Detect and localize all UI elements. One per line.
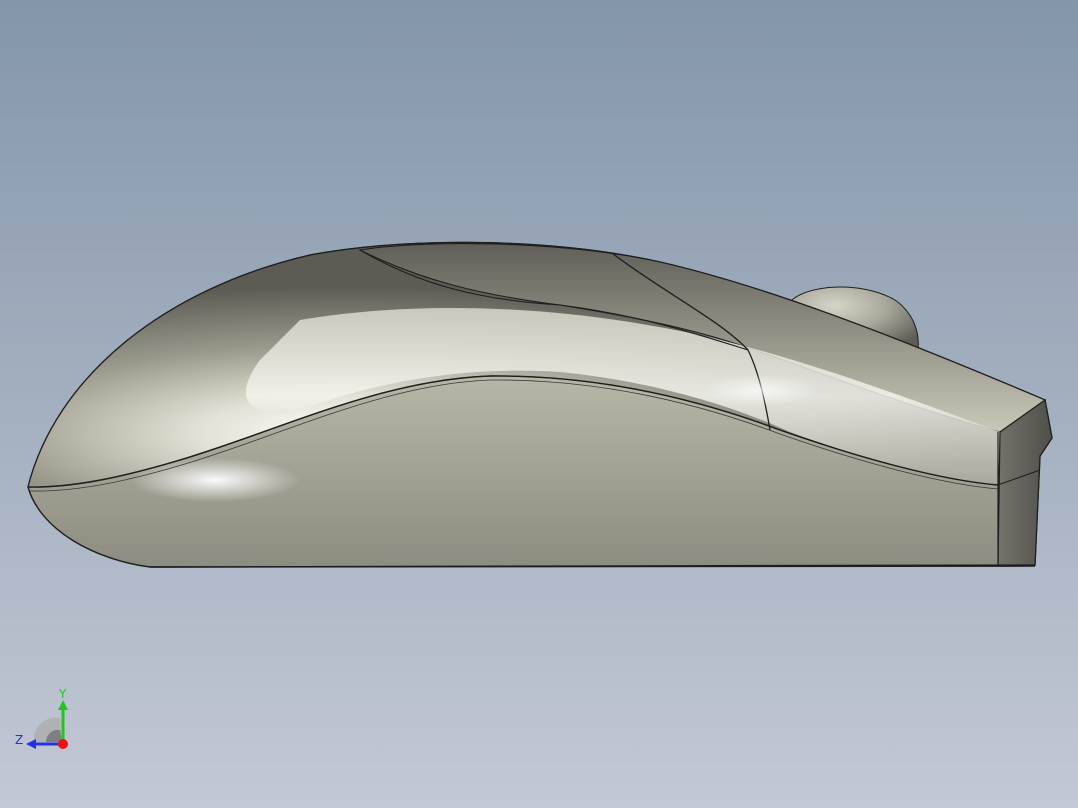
side-highlight (700, 374, 820, 406)
y-axis-label: Y (58, 687, 67, 701)
nose-highlight (130, 458, 300, 502)
view-orientation-triad[interactable]: Y Z (10, 686, 80, 756)
y-arrow-icon (58, 700, 68, 710)
z-axis-label: Z (15, 733, 23, 747)
bottom-edge (149, 565, 1036, 568)
graphics-viewport[interactable]: Y Z (0, 0, 1078, 808)
x-axis-icon (58, 739, 68, 749)
mouse-model[interactable] (0, 0, 1078, 808)
z-arrow-icon (26, 739, 36, 749)
